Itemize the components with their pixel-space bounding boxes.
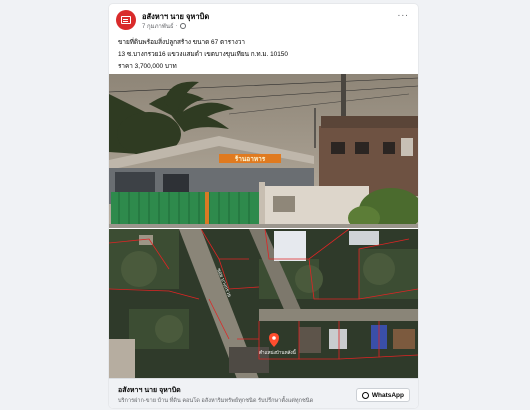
globe-icon	[179, 23, 186, 29]
footer-page-name[interactable]: อสังหาฯ นาย จุหาบิด	[118, 385, 181, 396]
meta-separator: ·	[175, 23, 178, 29]
facebook-post: อสังหาฯ นาย จุหาบิด 7 กุมภาพันธ์ · ··· ข…	[109, 4, 418, 408]
house-sign: ร้านอาหาร	[235, 154, 266, 163]
more-options-button[interactable]: ···	[396, 11, 410, 23]
post-footer: อสังหาฯ นาย จุหาบิด บริการฝาก-ขาย บ้าน ท…	[109, 378, 418, 408]
house-photo-image: ร้านอาหาร	[109, 74, 418, 228]
whatsapp-icon	[361, 391, 369, 399]
post-time[interactable]: 7 กุมภาพันธ์	[142, 21, 174, 31]
post-text: ขายที่ดินพร้อมสิ่งปลูกสร้าง ขนาด 67 ตารา…	[118, 37, 410, 73]
post-text-line: ราคา 3,700,000 บาท	[118, 63, 177, 70]
post-header: อสังหาฯ นาย จุหาบิด 7 กุมภาพันธ์ · ···	[109, 4, 418, 34]
post-meta: 7 กุมภาพันธ์ ·	[142, 21, 186, 31]
post-text-line: ขายที่ดินพร้อมสิ่งปลูกสร้าง ขนาด 67 ตารา…	[118, 39, 246, 46]
map-photo[interactable]: ซอย บางกรวย ตำแหน่งบ้านหลังนี้	[109, 228, 418, 378]
whatsapp-button[interactable]: WhatsApp	[355, 388, 410, 402]
satellite-map-image: ซอย บางกรวย ตำแหน่งบ้านหลังนี้	[109, 229, 418, 378]
house-photo[interactable]: ร้านอาหาร	[109, 74, 418, 228]
newspaper-icon	[121, 16, 131, 24]
whatsapp-label: WhatsApp	[371, 391, 404, 399]
avatar[interactable]	[116, 10, 136, 30]
post-text-line: 13 ซ.บางกรวย16 แขวงแสมดำ เขตบางขุนเทียน …	[118, 51, 288, 58]
footer-page-description: บริการฝาก-ขาย บ้าน ที่ดิน คอนโด อสังหาริ…	[118, 398, 314, 404]
map-pin-label: ตำแหน่งบ้านหลังนี้	[259, 349, 297, 355]
